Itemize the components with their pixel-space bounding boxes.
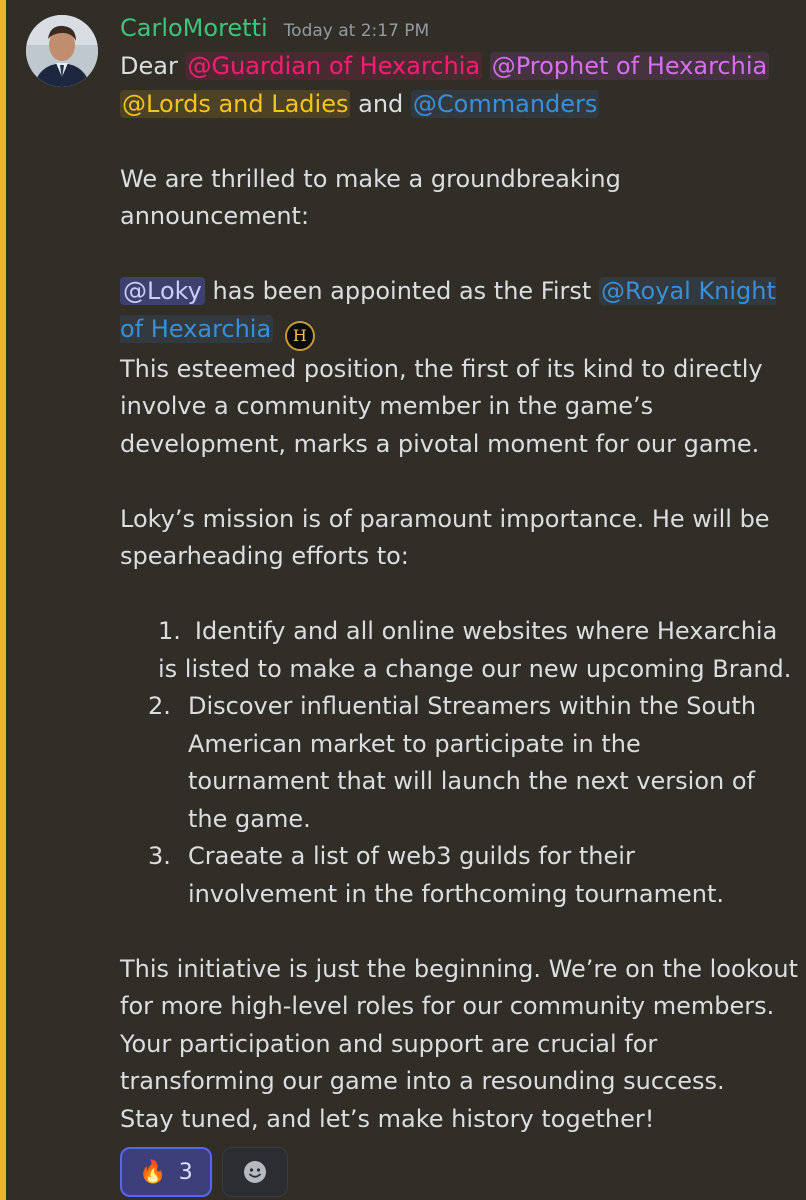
closing-line: for more high-level roles for our commun… [120,992,775,1020]
closing-paragraph: This initiative is just the beginning. W… [120,951,798,1139]
message-header: CarloMoretti Today at 2:17 PM [120,14,429,50]
list-item: 2. Discover influential Streamers within… [120,688,798,838]
fire-icon: 🔥 [139,1159,167,1185]
role-mention-commanders[interactable]: @Commanders [410,89,600,118]
timestamp: Today at 2:17 PM [283,21,430,41]
reaction-count: 3 [178,1159,193,1185]
list-item-text: Identify and all online websites where H… [158,617,792,683]
user-mention-loky[interactable]: @Loky [120,277,205,305]
mission-list: 1. Identify and all online websites where… [120,613,798,913]
hexarchia-emoji-icon: H [284,320,315,351]
intro-paragraph: We are thrilled to make a groundbreaking… [120,164,621,231]
avatar-photo [26,15,98,87]
greeting-line: Dear @Guardian of Hexarchia @Prophet of … [120,48,798,123]
closing-line: This initiative is just the beginning. W… [120,954,798,983]
role-mention-lords[interactable]: @Lords and Ladies [120,89,351,118]
greeting-conjunction: and [358,89,404,118]
list-item-text: Discover influential Streamers within th… [188,692,757,833]
position-paragraph: This esteemed position, the first of its… [120,354,763,458]
message-content: Dear @Guardian of Hexarchia @Prophet of … [120,48,798,1138]
list-item-number: 2. [148,692,171,720]
closing-line: Stay tuned, and let’s make history toget… [120,1104,655,1133]
list-item: 3. Craeate a list of web3 guilds for the… [120,838,798,913]
closing-line: transforming our game into a resounding … [120,1067,725,1095]
list-item-text: Craeate a list of web3 guilds for their … [188,842,725,908]
chat-message: CarloMoretti Today at 2:17 PM Dear @Guar… [0,0,806,1200]
role-mention-prophet[interactable]: @Prophet of Hexarchia [489,52,770,80]
add-reaction-button[interactable] [222,1147,288,1197]
add-reaction-icon [244,1161,266,1183]
appointment-text: has been appointed as the First [204,277,599,305]
list-item-number: 3. [148,842,171,870]
greeting-prefix: Dear [120,52,178,80]
reactions-bar: 🔥 3 [120,1147,288,1197]
mission-paragraph: Loky’s mission is of paramount importanc… [120,504,770,571]
list-item: 1. Identify and all online websites where… [120,613,798,688]
appointment-paragraph: @Loky has been appointed as the First @R… [120,273,798,351]
username[interactable]: CarloMoretti [120,14,268,42]
avatar[interactable] [26,15,98,87]
reaction-fire-button[interactable]: 🔥 3 [120,1147,212,1197]
role-mention-guardian[interactable]: @Guardian of Hexarchia [185,52,483,80]
closing-line: Your participation and support are cruci… [120,1029,658,1058]
list-item-number: 1. [158,617,181,645]
